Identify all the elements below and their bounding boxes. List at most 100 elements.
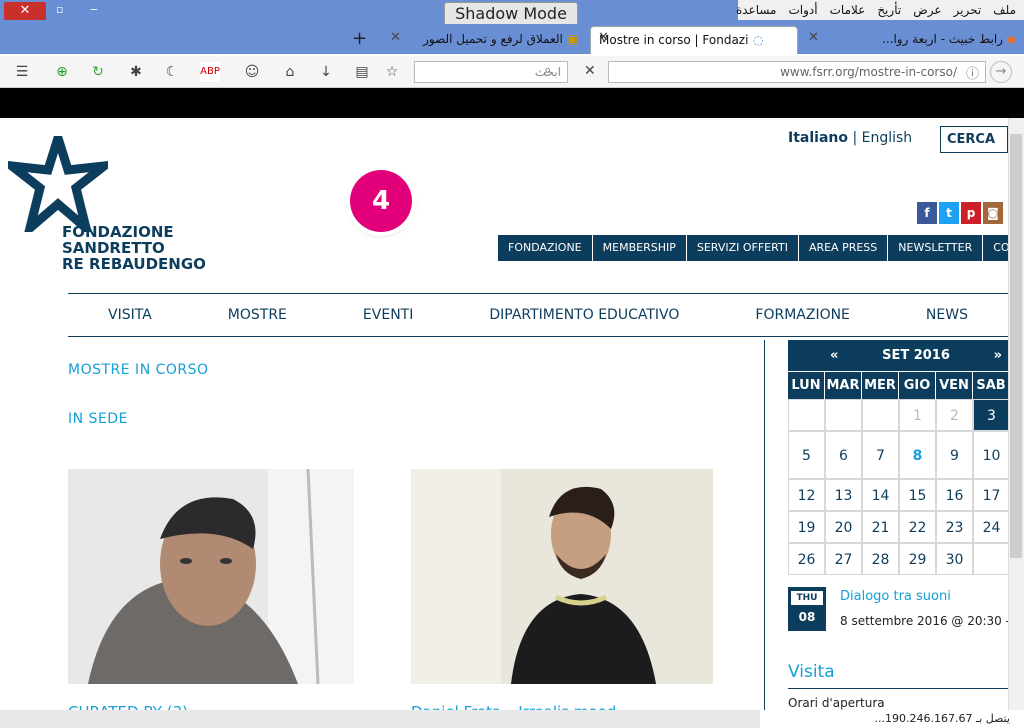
addon-refresh-icon[interactable]: ↻	[88, 62, 108, 82]
loading-icon: ◌	[749, 33, 764, 47]
tab-close-icon[interactable]: ✕	[808, 30, 819, 45]
tab-label: العملاق لرفع و تحميل الصور	[423, 32, 563, 46]
calendar-day[interactable]: 20	[825, 511, 862, 543]
calendar-day[interactable]: 7	[862, 431, 899, 479]
lang-italiano[interactable]: Italiano	[788, 130, 848, 146]
download-icon[interactable]: ↓	[316, 62, 336, 82]
event-date-badge: THU 08	[788, 587, 826, 631]
calendar-day[interactable]: 23	[936, 511, 973, 543]
star-logo-icon[interactable]	[8, 136, 108, 232]
event-time: 8 settembre 2016 @ 20:30 - 22:00	[840, 614, 1008, 628]
smiley-icon[interactable]: ☺	[242, 62, 262, 82]
section-subtitle: IN SEDE	[68, 411, 128, 427]
url-field[interactable]: www.fsrr.org/mostre-in-corso/	[608, 61, 986, 83]
calendar-day[interactable]: 26	[788, 543, 825, 575]
calendar-day[interactable]: 29	[899, 543, 936, 575]
topnav-fondazione[interactable]: FONDAZIONE	[498, 235, 593, 261]
calendar-month: SET 2016	[882, 348, 950, 363]
topnav-membership[interactable]: MEMBERSHIP	[593, 235, 687, 261]
calendar-day	[973, 543, 1010, 575]
menu-tools[interactable]: أدوات	[789, 0, 818, 20]
lang-separator: |	[852, 130, 858, 146]
calendar-day-event[interactable]: 8	[899, 431, 936, 479]
tab-malicious-link[interactable]: ◆ رابط خبيث - اربعة روا...	[802, 26, 1024, 54]
calendar-day[interactable]: 17	[973, 479, 1010, 511]
vertical-scroll-thumb[interactable]	[1010, 134, 1022, 558]
minimize-window-button[interactable]: ‒	[90, 2, 104, 16]
weekday-label: MAR	[825, 371, 862, 399]
calendar-day-today[interactable]: 3	[973, 399, 1010, 431]
calendar-next-button[interactable]: »	[994, 348, 1002, 363]
twitter-icon[interactable]: t	[939, 202, 959, 224]
facebook-icon[interactable]: f	[917, 202, 937, 224]
moon-icon[interactable]: ☾	[162, 62, 182, 82]
adblock-icon[interactable]: ABP	[200, 62, 220, 82]
calendar-day[interactable]: 27	[825, 543, 862, 575]
tab-close-icon[interactable]: ✕	[390, 30, 401, 45]
calendar-day[interactable]: 19	[788, 511, 825, 543]
addon-search-icon[interactable]: ⊕	[52, 62, 72, 82]
logo-text[interactable]: FONDAZIONE SANDRETTO RE REBAUDENGO	[62, 224, 206, 272]
calendar-day[interactable]: 12	[788, 479, 825, 511]
calendar-day[interactable]: 22	[899, 511, 936, 543]
nav-eventi[interactable]: EVENTI	[363, 294, 413, 336]
menu-help[interactable]: مساعدة	[736, 0, 777, 20]
info-icon[interactable]: ⓘ	[966, 63, 979, 82]
calendar-day[interactable]: 10	[973, 431, 1010, 479]
stop-icon[interactable]: ✕	[584, 63, 596, 79]
calendar-day[interactable]: 28	[862, 543, 899, 575]
tab-mostre[interactable]: Mostre in corso | Fondazio... ◌	[590, 26, 798, 54]
tab-image-upload[interactable]: ▣ العملاق لرفع و تحميل الصور	[384, 26, 586, 54]
calendar-day[interactable]: 13	[825, 479, 862, 511]
language-switch: Italiano | English	[788, 130, 912, 146]
calendar-day[interactable]: 15	[899, 479, 936, 511]
home-icon[interactable]: ⌂	[280, 62, 300, 82]
nav-mostre[interactable]: MOSTRE	[228, 294, 287, 336]
exhibition-photo-2[interactable]	[411, 469, 713, 684]
horizontal-scrollbar[interactable]	[0, 710, 760, 728]
nav-dipartimento[interactable]: DIPARTIMENTO EDUCATIVO	[489, 294, 679, 336]
topnav-servizi[interactable]: SERVIZI OFFERTI	[687, 235, 799, 261]
topnav-area-press[interactable]: AREA PRESS	[799, 235, 889, 261]
calendar-day[interactable]: 9	[936, 431, 973, 479]
instagram-icon[interactable]: ◙	[983, 202, 1003, 224]
nav-formazione[interactable]: FORMAZIONE	[755, 294, 850, 336]
menu-view[interactable]: عرض	[913, 0, 941, 20]
magnifier-icon[interactable]: ⌕	[544, 63, 551, 78]
new-tab-button[interactable]: +	[352, 28, 367, 49]
tab-close-icon[interactable]: ✕	[598, 30, 609, 45]
calendar-day[interactable]: 2	[936, 399, 973, 431]
section-title: MOSTRE IN CORSO	[68, 362, 209, 378]
menu-bar: ملف تحرير عرض تأريخ علامات أدوات مساعدة	[736, 0, 1024, 20]
search-button[interactable]: CERCA	[940, 126, 1008, 153]
nav-visita[interactable]: VISITA	[108, 294, 152, 336]
bookmark-star-icon[interactable]: ☆	[382, 62, 402, 82]
calendar-day[interactable]: 21	[862, 511, 899, 543]
calendar-day[interactable]: 1	[899, 399, 936, 431]
topnav-newsletter[interactable]: NEWSLETTER	[888, 235, 984, 261]
go-forward-icon[interactable]: →	[990, 61, 1012, 83]
restore-window-button[interactable]: ▫	[56, 3, 70, 17]
calendar-day[interactable]: 6	[825, 431, 862, 479]
menu-history[interactable]: تأريخ	[877, 0, 901, 20]
pinterest-icon[interactable]: p	[961, 202, 981, 224]
calendar-day[interactable]: 16	[936, 479, 973, 511]
calendar-day[interactable]: 14	[862, 479, 899, 511]
bee-icon[interactable]: ✱	[126, 62, 146, 82]
menu-edit[interactable]: تحرير	[954, 0, 982, 20]
menu-file[interactable]: ملف	[993, 0, 1016, 20]
calendar-prev-button[interactable]: «	[830, 348, 838, 363]
event-title-link[interactable]: Dialogo tra suoni	[840, 589, 951, 604]
menu-icon[interactable]: ☰	[12, 62, 32, 82]
calendar-day[interactable]: 24	[973, 511, 1010, 543]
close-window-button[interactable]: ✕	[4, 2, 46, 20]
exhibition-photo-1[interactable]	[68, 469, 354, 684]
menu-bookmarks[interactable]: علامات	[830, 0, 866, 20]
reading-list-icon[interactable]: ▤	[352, 62, 372, 82]
weekday-label: GIO	[899, 371, 936, 399]
tab-favicon-icon: ▣	[562, 32, 578, 46]
calendar-day[interactable]: 30	[936, 543, 973, 575]
calendar-day[interactable]: 5	[788, 431, 825, 479]
lang-english[interactable]: English	[862, 130, 913, 146]
nav-news[interactable]: NEWS	[926, 294, 968, 336]
